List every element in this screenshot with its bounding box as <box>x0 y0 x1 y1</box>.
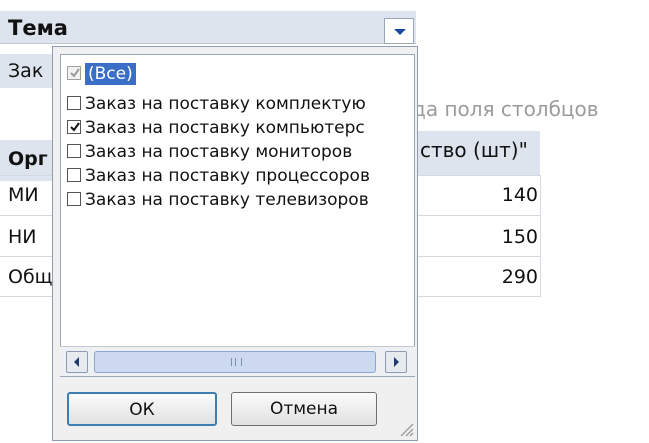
row-label: НИ <box>8 226 37 248</box>
row-label: Общ <box>8 266 53 288</box>
filter-item-label: Заказ на поставку процессоров <box>85 166 370 186</box>
checkbox-all[interactable] <box>67 66 81 80</box>
checkbox[interactable] <box>67 120 81 134</box>
resize-grip-icon[interactable] <box>398 421 414 437</box>
filter-item-label: Заказ на поставку комплектую <box>85 94 366 114</box>
filter-item-label: (Все) <box>85 63 136 85</box>
checkmark-icon <box>70 68 80 78</box>
chevron-right-icon <box>394 357 399 367</box>
row-value: 140 <box>501 184 538 206</box>
cancel-button[interactable]: Отмена <box>231 392 377 426</box>
filter-field-label: Тема <box>8 16 68 40</box>
checkbox[interactable] <box>67 96 81 110</box>
grip-icon <box>231 358 242 366</box>
checkbox[interactable] <box>67 144 81 158</box>
filter-item-label: Заказ на поставку мониторов <box>85 142 353 162</box>
column-fields-drop-hint: да поля столбцов <box>412 97 599 121</box>
row-label: МИ <box>8 184 39 206</box>
scroll-right-button[interactable] <box>385 351 407 373</box>
value-header-label: ство (шт)" <box>420 138 528 162</box>
filter-item-label: Заказ на поставку телевизоров <box>85 190 369 210</box>
checkbox[interactable] <box>67 192 81 206</box>
filter-dropdown-button[interactable] <box>384 18 414 44</box>
row-value: 150 <box>501 226 538 248</box>
filter-item-label: Заказ на поставку компьютерс <box>85 118 365 138</box>
filter-value-text: Зак <box>8 60 44 82</box>
chevron-left-icon <box>74 357 79 367</box>
row-header-label: Орг <box>8 148 48 170</box>
row-value: 290 <box>501 266 538 288</box>
checkmark-icon <box>70 122 80 132</box>
scroll-left-button[interactable] <box>66 351 88 373</box>
horizontal-scrollbar[interactable] <box>60 346 415 376</box>
grid-vertical-line <box>540 175 541 297</box>
chevron-down-icon <box>394 29 406 35</box>
ok-button[interactable]: ОК <box>67 392 217 426</box>
filter-items-list[interactable]: (Все) Заказ на поставку комплектую Заказ… <box>60 54 415 377</box>
scrollbar-thumb[interactable] <box>94 351 376 373</box>
checkbox[interactable] <box>67 168 81 182</box>
